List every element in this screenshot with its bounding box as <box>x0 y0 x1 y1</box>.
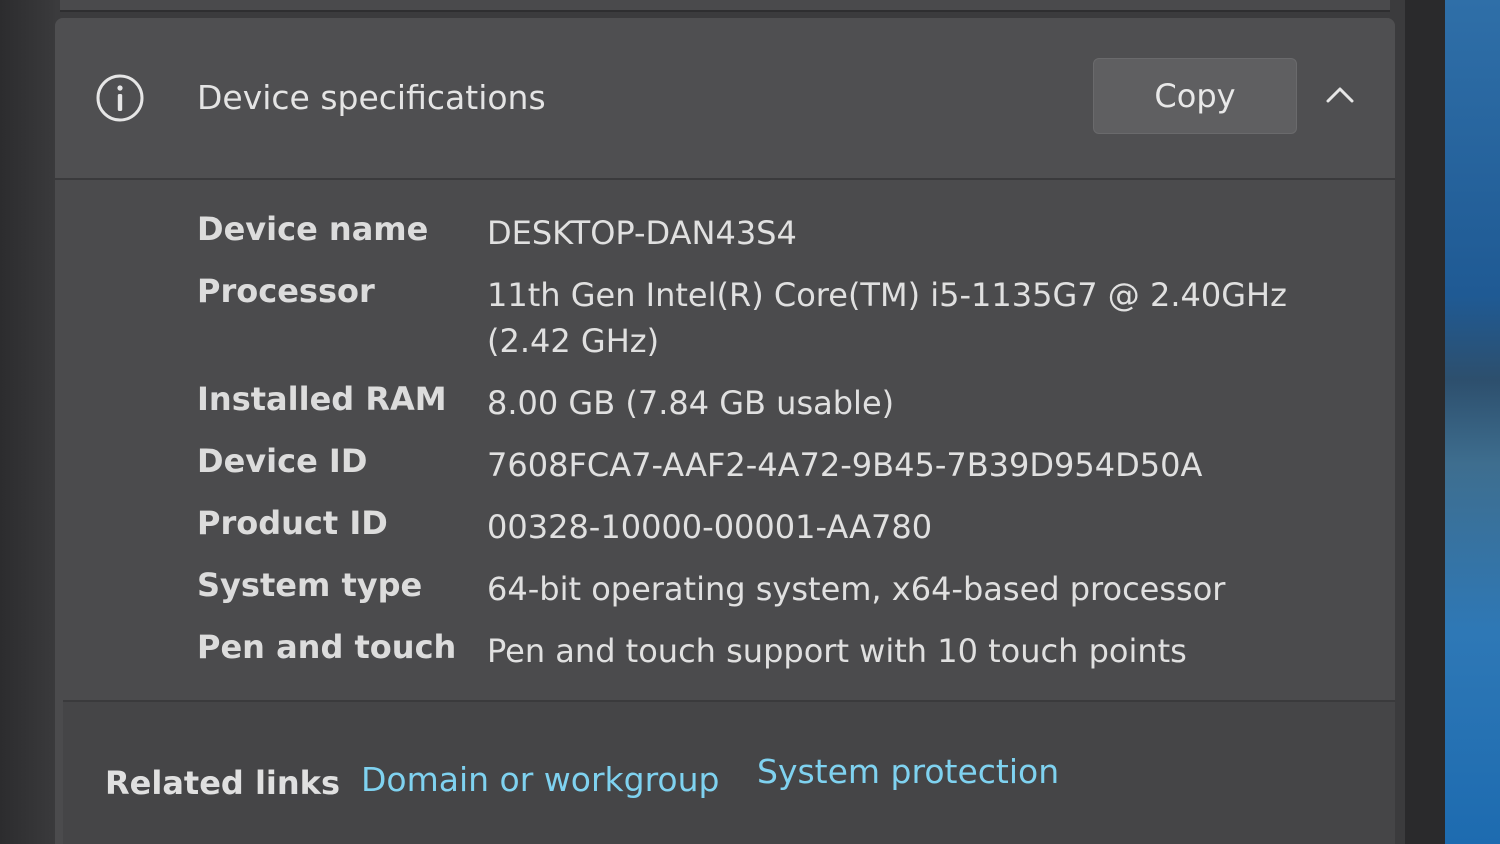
specs-list: Device name DESKTOP-DAN43S4 Processor 11… <box>55 180 1395 680</box>
spec-value: 64-bit operating system, x64-based proce… <box>487 570 1226 608</box>
spec-value: 00328-10000-00001-AA780 <box>487 508 933 546</box>
spec-value: DESKTOP-DAN43S4 <box>487 214 797 252</box>
spec-label: Device ID <box>197 442 368 480</box>
screen-bezel <box>0 0 55 844</box>
section-title: Device specifications <box>197 78 546 117</box>
device-specifications-header[interactable]: Device specifications Copy <box>55 18 1395 180</box>
domain-or-workgroup-link[interactable]: Domain or workgroup <box>361 760 720 799</box>
window-edge <box>1405 0 1445 844</box>
spec-value: 7608FCA7-AAF2-4A72-9B45-7B39D954D50A <box>487 446 1203 484</box>
spec-label: Product ID <box>197 504 388 542</box>
info-icon <box>95 73 145 123</box>
spec-label: Installed RAM <box>197 380 447 418</box>
spec-label: Pen and touch <box>197 628 457 666</box>
previous-section-edge <box>60 0 1390 12</box>
related-links-label: Related links <box>105 764 340 802</box>
spec-value: 11th Gen Intel(R) Core(TM) i5-1135G7 @ 2… <box>487 276 1287 360</box>
device-specifications-card: Device specifications Copy Device name D… <box>55 18 1395 844</box>
copy-button[interactable]: Copy <box>1093 58 1297 134</box>
related-links-bar: Related links Domain or workgroup System… <box>63 700 1395 844</box>
chevron-up-icon[interactable] <box>1323 78 1357 112</box>
spec-label: System type <box>197 566 423 604</box>
desktop-background-edge <box>1440 0 1500 844</box>
spec-label: Processor <box>197 272 375 310</box>
spec-value: Pen and touch support with 10 touch poin… <box>487 632 1187 670</box>
system-protection-link[interactable]: System protection <box>757 752 1059 791</box>
spec-label: Device name <box>197 210 429 248</box>
spec-value: 8.00 GB (7.84 GB usable) <box>487 384 895 422</box>
